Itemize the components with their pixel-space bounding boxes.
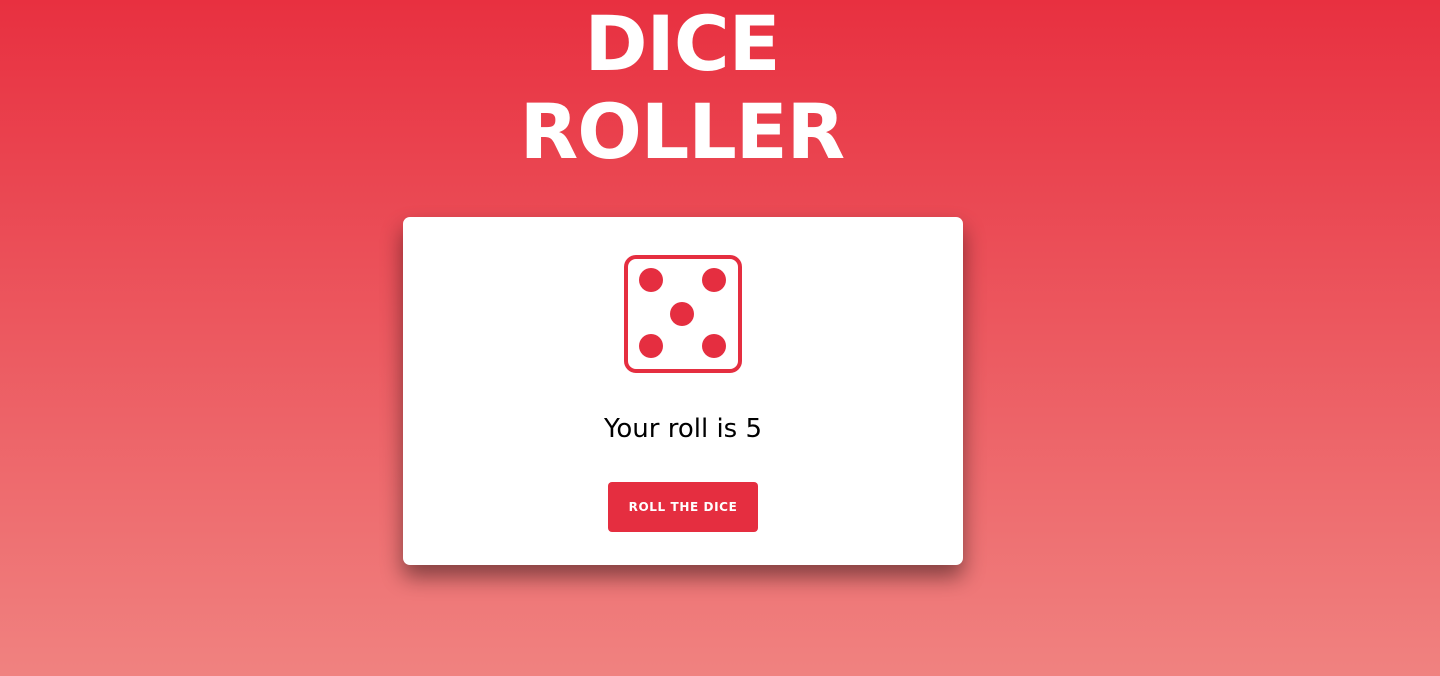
roll-dice-button[interactable]: ROLL THE DICE (608, 482, 758, 532)
dice-card: Your roll is 5 ROLL THE DICE (403, 217, 963, 565)
die-pip-top-left (639, 268, 663, 292)
die-pip-center (670, 302, 694, 326)
page-title-line-1: DICE (584, 0, 780, 88)
page-title-line-2: ROLLER (519, 87, 845, 176)
die-pip-top-right (702, 268, 726, 292)
page-title: DICE ROLLER (0, 0, 1364, 176)
die-pip-bottom-right (702, 334, 726, 358)
die-pip-bottom-left (639, 334, 663, 358)
dice-five-icon (624, 255, 742, 373)
roll-result-text: Your roll is 5 (603, 414, 763, 444)
